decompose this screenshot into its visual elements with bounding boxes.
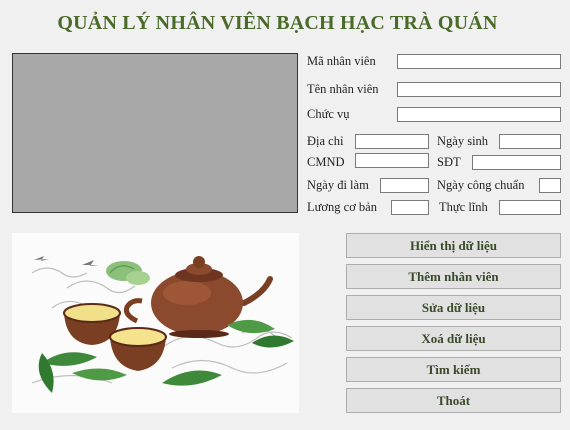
bird-icon — [82, 260, 99, 266]
luong-co-ban-label: Lương cơ bản — [307, 200, 377, 214]
search-button[interactable]: Tìm kiếm — [346, 357, 561, 382]
sdt-input[interactable] — [472, 155, 561, 170]
sdt-label: SĐT — [437, 155, 461, 169]
bird-icon — [34, 256, 49, 261]
dia-chi-label: Địa chỉ — [307, 134, 344, 148]
thuc-linh-input[interactable] — [499, 200, 561, 215]
ngay-sinh-input[interactable] — [499, 134, 561, 149]
ten-nv-label: Tên nhân viên — [307, 82, 379, 96]
ngay-cong-chuan-label: Ngày công chuẩn — [437, 178, 525, 192]
add-employee-button[interactable]: Thêm nhân viên — [346, 264, 561, 289]
cmnd-label: CMND — [307, 155, 345, 169]
cmnd-input[interactable] — [355, 153, 429, 168]
tea-set-illustration — [31, 256, 294, 393]
ngay-cong-chuan-input[interactable] — [539, 178, 561, 193]
ngay-sinh-label: Ngày sinh — [437, 134, 489, 148]
display-data-button[interactable]: Hiển thị dữ liệu — [346, 233, 561, 258]
ma-nv-input[interactable] — [397, 54, 561, 69]
ngay-di-lam-input[interactable] — [380, 178, 429, 193]
exit-button[interactable]: Thoát — [346, 388, 561, 413]
tea-set-image — [12, 233, 299, 413]
edit-data-button[interactable]: Sửa dữ liệu — [346, 295, 561, 320]
page-title: QUẢN LÝ NHÂN VIÊN BẠCH HẠC TRÀ QUÁN — [57, 12, 498, 34]
ma-nv-label: Mã nhân viên — [307, 54, 376, 68]
employee-photo-box[interactable] — [12, 53, 298, 213]
chuc-vu-input[interactable] — [397, 107, 561, 122]
dia-chi-input[interactable] — [355, 134, 429, 149]
ngay-di-lam-label: Ngày đi làm — [307, 178, 369, 192]
tea-cup-icon — [109, 327, 167, 371]
green-cloud-icon — [106, 261, 150, 285]
ten-nv-input[interactable] — [397, 82, 561, 97]
luong-co-ban-input[interactable] — [391, 200, 429, 215]
delete-data-button[interactable]: Xoá dữ liệu — [346, 326, 561, 351]
chuc-vu-label: Chức vụ — [307, 107, 350, 121]
thuc-linh-label: Thực lĩnh — [439, 200, 488, 214]
